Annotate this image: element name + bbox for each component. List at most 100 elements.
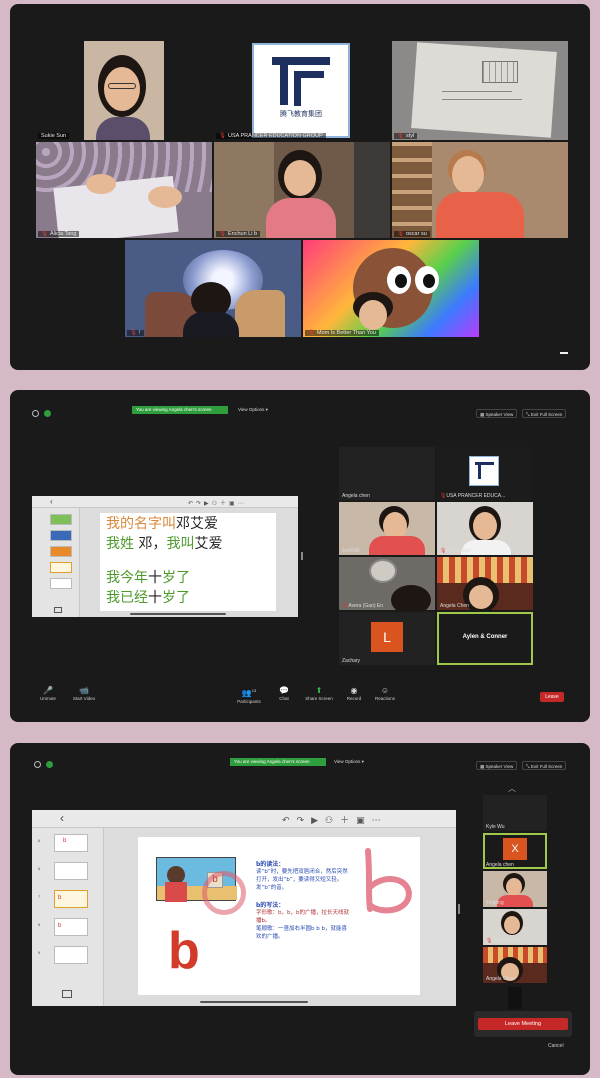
share-screen-strip-panel: You are viewing Angela chen's screen Vie… — [10, 743, 590, 1075]
view-options-button[interactable]: View Options ▾ — [334, 758, 364, 766]
gallery-tile-zachary[interactable]: L Zachary — [339, 612, 435, 665]
participant-name: 🎙 Enchun Li b — [216, 231, 261, 237]
thumbnail[interactable] — [50, 530, 72, 541]
thumbnail[interactable] — [50, 546, 72, 557]
strip-scroll-up-icon[interactable]: ︿ — [508, 783, 516, 794]
participant-name: 🎙 Alicia Tang — [38, 231, 80, 237]
exit-full-screen-button[interactable]: ⤡ Exit Full Screen — [522, 409, 567, 418]
start-video-button[interactable]: 📹 Start Video — [70, 686, 98, 701]
gallery-tile-bethel[interactable]: 🎙Bethel Jiao — [437, 502, 533, 555]
back-icon[interactable]: ‹ — [60, 811, 64, 825]
thumbnail[interactable] — [50, 514, 72, 525]
resize-handle[interactable] — [458, 904, 460, 914]
lamp-shade — [369, 559, 397, 583]
gallery-tile-usa-prancer[interactable]: 🎙USA PRANCER EDUCA... — [437, 447, 533, 500]
thumbnail[interactable]: b — [54, 918, 88, 936]
strip-tile-tingting[interactable]: Tingting — [483, 871, 547, 907]
strip-tile-angela-chen-2[interactable]: Angela Chen — [483, 947, 547, 983]
share-screen-button[interactable]: ⬆ Share Screen — [304, 686, 334, 701]
viewing-banner: You are viewing Angela chen's screen — [230, 758, 326, 766]
reactions-button[interactable]: ☺ Reactions — [372, 686, 398, 701]
prancer-logo: 腾飞教育集团 — [252, 43, 350, 138]
gallery-tile-aylen-conner[interactable]: Aylen & Conner — [437, 612, 533, 665]
video-tile-mom[interactable]: 🎙 Mom Is Better Than You — [303, 240, 479, 337]
layout-icon[interactable] — [62, 990, 72, 998]
shared-presentation: ‹ ↶↷▶⚇＋▣⋯ 我的名字叫邓艾爱 我姓 邓，我叫艾爱 我今年十岁了 我已经十… — [32, 496, 298, 617]
annotation-b — [365, 848, 412, 914]
thumbnail-selected[interactable] — [50, 562, 72, 573]
participant-name: 🎙 styl — [394, 133, 418, 139]
info-icon[interactable] — [32, 410, 39, 417]
scroll-indicator — [560, 352, 568, 354]
unmute-button[interactable]: 🎤 Unmute — [38, 686, 58, 701]
thumbnail[interactable] — [54, 862, 88, 880]
leave-meeting-button[interactable]: Leave Meeting — [478, 1018, 568, 1030]
avatar: X — [503, 838, 527, 860]
toolbar-icons[interactable]: ↶↷▶⚇＋▣⋯ — [188, 498, 247, 507]
video-tile-usa-prancer[interactable]: 腾飞教育集团 🎙 USA PRANCER EDUCATION GROUP — [214, 41, 390, 140]
gallery-tile-avera[interactable]: 🎙Avera (Gao) En — [339, 557, 435, 610]
home-indicator — [130, 613, 226, 615]
share-screen-icon: ⬆ — [315, 686, 323, 695]
slide-text: b的读法： 读“b”时，要先把双唇闭合，然后突然打开，发出“b”，要读得又短又轻… — [256, 861, 349, 940]
emoji-icon: ☺ — [380, 686, 390, 695]
video-tile-sukie[interactable]: Sukie Sun — [36, 41, 212, 140]
video-tile-alicia[interactable]: 🎙 Alicia Tang — [36, 142, 212, 238]
gallery-tile-angela-chen[interactable]: Angela chen — [339, 447, 435, 500]
strip-empty-slot — [508, 987, 522, 1009]
thumbnail[interactable] — [54, 946, 88, 964]
view-options-button[interactable]: View Options ▾ — [238, 406, 268, 414]
chat-icon: 💬 — [279, 686, 289, 695]
video-tile-enchun[interactable]: 🎙 Enchun Li b — [214, 142, 390, 238]
chat-button[interactable]: 💬 Chat — [276, 686, 292, 701]
shield-icon[interactable] — [46, 761, 53, 768]
layout-icon[interactable] — [54, 607, 62, 613]
shared-presentation: ‹ ↶↷▶⚇＋▣⋯ 6 b 6 7 b 8 b 9 b b b的读法： 读“b”… — [32, 810, 456, 1006]
annotation-circle — [202, 871, 246, 915]
gallery-tile-angela-chen-2[interactable]: Angela Chen — [437, 557, 533, 610]
shield-icon[interactable] — [44, 410, 51, 417]
gallery-tile-lech[interactable]: lech545 — [339, 502, 435, 555]
video-tile-oscar[interactable]: 🎙 oscar su — [392, 142, 568, 238]
cancel-button[interactable]: Cancel — [548, 1043, 564, 1049]
participant-name: 🎙 oscar su — [394, 231, 430, 237]
speaker-view-button[interactable]: ▦ Speaker View — [476, 761, 518, 770]
microphone-muted-icon: 🎤 — [43, 686, 53, 695]
participants-icon: 👥13 — [241, 688, 257, 698]
video-tile-styl[interactable]: 🎙 styl — [392, 41, 568, 140]
participant-name: 🎙! — [127, 330, 144, 336]
thumbnail[interactable]: b — [54, 834, 88, 852]
participant-name: 🎙 Mom Is Better Than You — [305, 330, 379, 336]
leave-meeting-popover: Leave Meeting — [474, 1011, 572, 1037]
video-tile-anime[interactable]: 🎙! — [125, 240, 301, 337]
participant-name: Sukie Sun — [38, 133, 70, 139]
slide-thumbnails — [32, 508, 80, 617]
slide-canvas: b b b的读法： 读“b”时，要先把双唇闭合，然后突然打开，发出“b”，要读得… — [138, 837, 420, 995]
leave-button[interactable]: Leave — [540, 692, 564, 702]
strip-tile-play-store[interactable]: 🎙PLAY STOR... — [483, 909, 547, 945]
avatar: L — [371, 622, 403, 652]
home-indicator — [200, 1001, 308, 1003]
strip-tile-angela-chen[interactable]: X Angela chen — [483, 833, 547, 869]
record-icon: ◉ — [350, 686, 358, 695]
slide-thumbnails: 6 b 6 7 b 8 b 9 — [32, 828, 104, 1006]
gallery-view-panel: Sukie Sun 腾飞教育集团 🎙 USA PRANCER EDUCATION … — [10, 4, 590, 370]
share-screen-panel: You are viewing Angela chen's screen Vie… — [10, 390, 590, 722]
participant-name: 🎙 USA PRANCER EDUCATION GROUP — [216, 133, 326, 139]
speaker-view-button[interactable]: ▦ Speaker View — [476, 409, 518, 418]
info-icon[interactable] — [34, 761, 41, 768]
viewing-banner: You are viewing Angela chen's screen — [132, 406, 228, 414]
back-icon[interactable]: ‹ — [50, 497, 53, 506]
thumbnail[interactable] — [50, 578, 72, 589]
participants-button[interactable]: 👥13 Participants — [234, 686, 264, 704]
strip-tile-kyle[interactable]: Kyle Wu — [483, 795, 547, 831]
record-button[interactable]: ◉ Record — [344, 686, 364, 701]
prancer-logo — [469, 456, 499, 486]
thumbnail-selected[interactable]: b — [54, 890, 88, 908]
presentation-toolbar: ‹ ↶↷▶⚇＋▣⋯ — [32, 810, 456, 828]
resize-handle[interactable] — [301, 552, 303, 560]
toolbar-icons[interactable]: ↶↷▶⚇＋▣⋯ — [282, 813, 388, 826]
slide-canvas: 我的名字叫邓艾爱 我姓 邓，我叫艾爱 我今年十岁了 我已经十岁了 — [100, 513, 276, 611]
exit-full-screen-button[interactable]: ⤡ Exit Full Screen — [522, 761, 567, 770]
video-camera-icon: 📹 — [79, 686, 89, 695]
